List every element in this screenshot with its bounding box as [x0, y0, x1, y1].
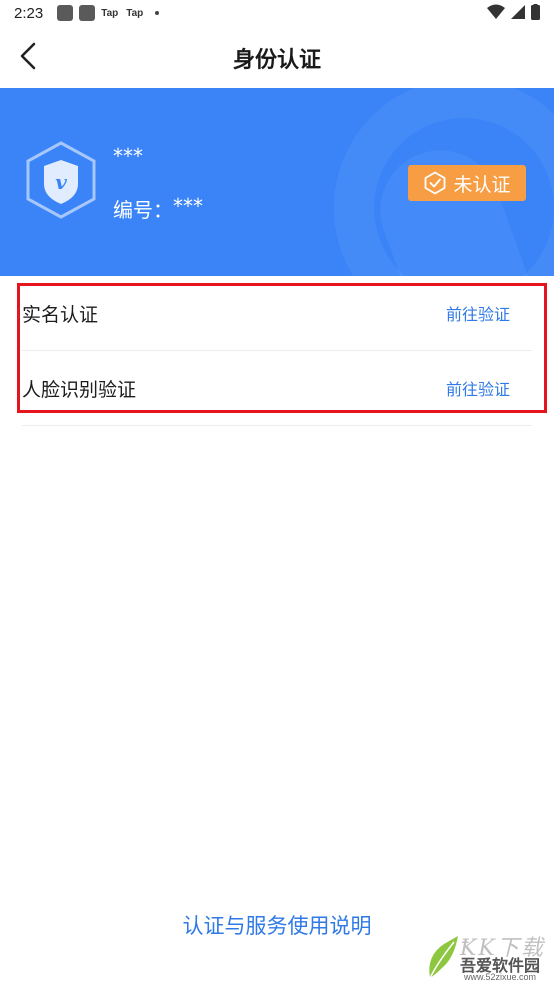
status-time: 2:23 [14, 4, 44, 22]
taptap-icon: Tap [101, 7, 119, 19]
leaf-icon [429, 936, 458, 979]
taptap-icon: Tap [126, 7, 144, 19]
user-id: 编号： *** [113, 194, 203, 223]
notification-icon [79, 5, 96, 21]
status-indicators [487, 4, 540, 20]
app-header: 身份认证 [0, 26, 554, 88]
user-id-value: *** [173, 194, 203, 218]
shield-v-icon: v [26, 141, 96, 219]
user-name: *** [113, 144, 143, 168]
highlight-box [17, 283, 547, 413]
verification-status-badge: 未认证 [408, 165, 526, 201]
notification-icon [57, 5, 74, 21]
status-bar: 2:23 Tap Tap [0, 0, 554, 26]
wifi-icon [487, 4, 505, 19]
page-title: 身份认证 [232, 48, 321, 73]
watermark-logo: ꝀK下载 吾爱软件园 www.52zixue.com [424, 930, 554, 986]
status-label: 未认证 [453, 173, 511, 196]
user-id-label: 编号： [113, 198, 173, 222]
watermark-url: www.52zixue.com [464, 972, 537, 982]
signal-icon [511, 5, 525, 19]
more-notifications-icon [155, 11, 160, 15]
divider [22, 425, 532, 426]
profile-banner: v *** 编号： *** 未认证 [0, 88, 554, 276]
hexagon-check-icon [425, 171, 446, 195]
battery-icon [531, 4, 540, 20]
svg-text:v: v [55, 170, 67, 194]
